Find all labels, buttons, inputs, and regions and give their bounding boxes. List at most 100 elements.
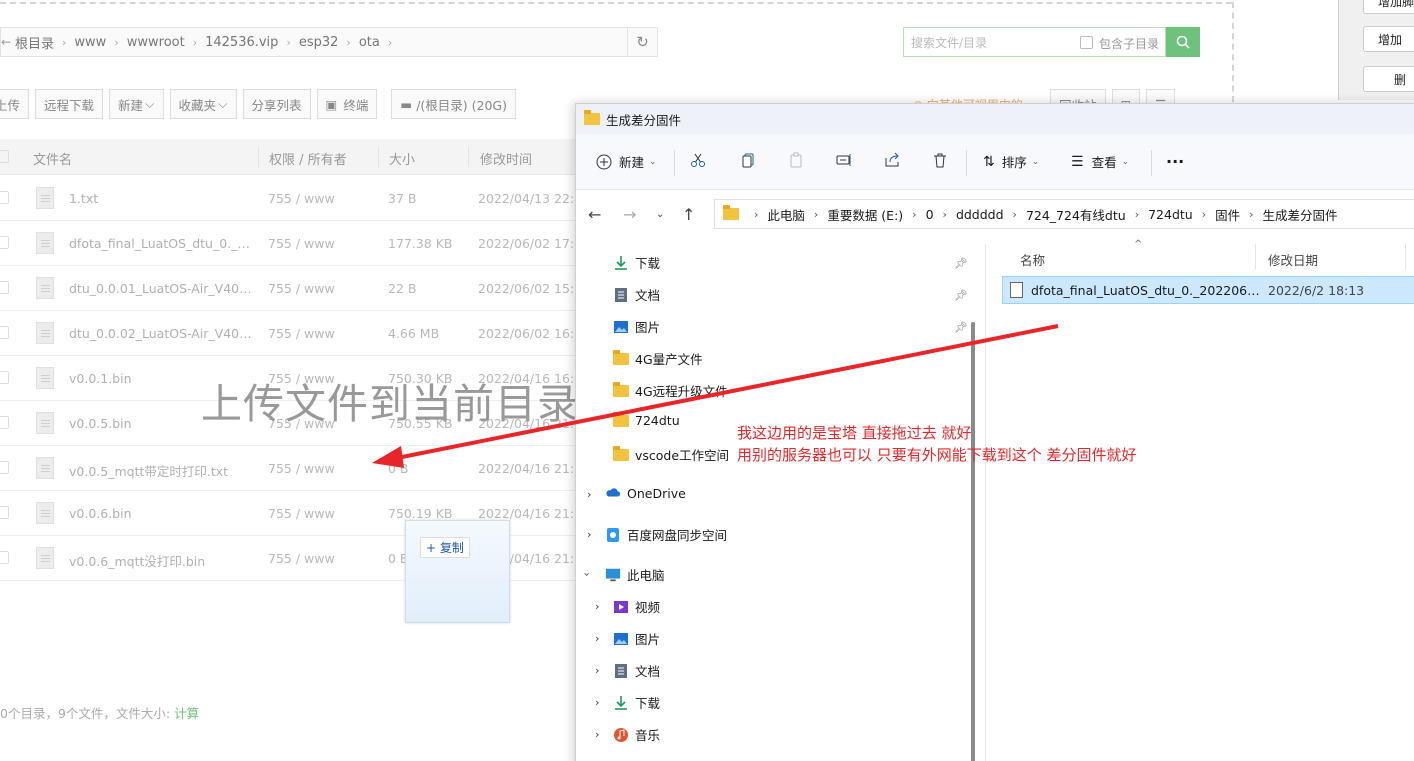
chevron-right-icon[interactable]: › (595, 600, 599, 613)
address-item[interactable]: dddddd (956, 207, 1004, 222)
chevron-right-icon[interactable]: › (595, 632, 599, 645)
view-button[interactable]: ☰ 查看 ⌄ (1071, 152, 1129, 171)
sort-button[interactable]: ⇅ 排序 ⌄ (983, 152, 1039, 171)
breadcrumb-item[interactable]: esp32 (299, 35, 339, 50)
breadcrumb-item[interactable]: ota (359, 35, 380, 50)
nav-item-downloads[interactable]: 下载 (613, 693, 660, 712)
delete-button[interactable] (932, 152, 948, 168)
back-arrow-icon[interactable]: ← (588, 205, 601, 224)
col-size[interactable]: 大小 (389, 149, 415, 168)
table-row[interactable]: dfota_final_LuatOS_dtu_0._20... 755 / www… (0, 221, 620, 266)
row-checkbox[interactable] (0, 191, 9, 204)
chevron-down-icon[interactable]: › (581, 572, 594, 576)
edge-button[interactable]: 增加脚 (1363, 0, 1414, 14)
breadcrumb-item[interactable]: www (74, 35, 106, 50)
back-arrow-icon[interactable]: ← (1, 35, 15, 49)
address-item[interactable]: 0 (926, 207, 934, 222)
row-checkbox[interactable] (0, 371, 9, 384)
calculate-link[interactable]: 计算 (174, 706, 199, 721)
share-list-button[interactable]: 分享列表 (242, 89, 311, 119)
row-checkbox[interactable] (0, 281, 9, 294)
remote-download-button[interactable]: 远程下载 (35, 89, 104, 119)
nav-item-onedrive[interactable]: OneDrive (605, 485, 686, 501)
select-all-checkbox[interactable] (0, 150, 9, 163)
pin-icon[interactable]: 📌︎ (954, 289, 968, 302)
nav-item-documents[interactable]: 文档 (613, 285, 660, 304)
recent-dropdown-icon[interactable]: ⌄ (656, 209, 664, 220)
nav-item-pictures[interactable]: 图片 (613, 629, 660, 648)
file-row-selected[interactable]: dfota_final_LuatOS_dtu_0._202206021... 2… (1002, 276, 1414, 304)
pin-icon[interactable]: 📌︎ (954, 257, 968, 270)
new-button[interactable]: 新建 ⌄ (596, 152, 657, 171)
rename-button[interactable] (836, 152, 854, 168)
nav-item-folder[interactable]: 4G远程升级文件 (613, 381, 728, 400)
chevron-right-icon[interactable]: › (595, 664, 599, 677)
nav-item-documents[interactable]: 文档 (613, 661, 660, 680)
table-row[interactable]: dtu_0.0.01_LuatOS-Air_V4003... 755 / www 2… (0, 266, 620, 311)
address-item[interactable]: 724dtu (1148, 207, 1193, 222)
address-item[interactable]: 此电脑 (767, 205, 805, 224)
row-checkbox[interactable] (0, 236, 9, 249)
address-item[interactable]: 724_724有线dtu (1026, 205, 1126, 224)
row-checkbox[interactable] (0, 551, 9, 564)
file-name[interactable]: 1.txt (69, 191, 254, 206)
table-row[interactable]: v0.0.6.bin 755 / www 750.19 KB 2022/04/16 2… (0, 491, 620, 536)
file-name[interactable]: dtu_0.0.01_LuatOS-Air_V4003... (69, 281, 254, 296)
nav-item-music[interactable]: 音乐 (613, 725, 660, 744)
file-name[interactable]: dtu_0.0.02_LuatOS-Air_V4003... (69, 326, 254, 341)
chevron-right-icon[interactable]: › (595, 728, 599, 741)
breadcrumb-item[interactable]: wwwroot (127, 35, 185, 50)
breadcrumb-item[interactable]: 根目录 (15, 33, 54, 52)
table-row[interactable]: v0.0.6_mqtt没打印.bin 755 / www 0 B 2022/04/16… (0, 536, 620, 581)
col-permission[interactable]: 权限 / 所有者 (269, 149, 347, 168)
forward-arrow-icon[interactable]: → (623, 205, 636, 224)
new-button[interactable]: 新建 ⌵ (109, 89, 164, 119)
file-name[interactable]: dfota_final_LuatOS_dtu_0._20... (69, 236, 254, 251)
col-modified[interactable]: 修改时间 (480, 149, 532, 168)
row-checkbox[interactable] (0, 461, 9, 474)
edge-button[interactable]: 删 (1363, 66, 1414, 92)
file-name[interactable]: v0.0.6.bin (69, 506, 254, 521)
edge-button[interactable]: 增加 (1363, 26, 1414, 52)
col-filename[interactable]: 文件名 (33, 149, 72, 168)
row-checkbox[interactable] (0, 326, 9, 339)
nav-item-folder[interactable]: 4G量产文件 (613, 349, 703, 368)
nav-scrollbar[interactable] (971, 322, 975, 761)
chevron-right-icon[interactable]: › (587, 488, 591, 501)
nav-item-pictures[interactable]: 图片 (613, 317, 660, 336)
address-item[interactable]: 重要数据 (E:) (827, 205, 903, 224)
terminal-button[interactable]: ▣ 终端 (316, 89, 378, 119)
pin-icon[interactable]: 📌︎ (954, 321, 968, 334)
breadcrumb-item[interactable]: 142536.vip (205, 35, 278, 50)
favorites-button[interactable]: 收藏夹 ⌵ (169, 89, 237, 119)
nav-item-videos[interactable]: 视频 (613, 597, 660, 616)
address-item[interactable]: 生成差分固件 (1263, 205, 1338, 224)
cut-button[interactable] (690, 152, 706, 168)
col-modified-date[interactable]: 修改日期 (1268, 250, 1318, 269)
nav-item-baidu[interactable]: 百度网盘同步空间 (605, 525, 727, 544)
table-row[interactable]: 1.txt 755 / www 37 B 2022/04/13 22:49 (0, 176, 620, 221)
paste-button[interactable] (788, 152, 804, 168)
search-button[interactable] (1166, 27, 1200, 57)
table-row[interactable]: v0.0.5_mqtt带定时打印.txt 755 / www 0 B 2022/04/… (0, 446, 620, 491)
nav-item-folder[interactable]: 724dtu (613, 411, 680, 428)
search-input[interactable]: 搜索文件/目录 包含子目录 (903, 27, 1166, 57)
row-checkbox[interactable] (0, 506, 9, 519)
nav-item-this-pc[interactable]: 此电脑 (605, 565, 665, 584)
more-options-button[interactable]: ··· (1166, 152, 1184, 171)
col-name[interactable]: 名称 (1020, 250, 1045, 269)
file-name[interactable]: v0.0.6_mqtt没打印.bin (69, 551, 254, 570)
file-name[interactable]: v0.0.5_mqtt带定时打印.txt (69, 461, 254, 480)
nav-item-downloads[interactable]: 下载 (613, 253, 660, 272)
share-button[interactable] (884, 152, 900, 168)
upload-button[interactable]: 上传 (0, 89, 30, 119)
path-bar[interactable]: ← 根目录 › www › wwwroot › 142536.vip › esp32 › … (0, 27, 658, 57)
address-bar[interactable]: › 此电脑 › 重要数据 (E:) › 0 › dddddd › 724_724有线dt… (714, 199, 1414, 229)
chevron-right-icon[interactable]: › (595, 696, 599, 709)
address-item[interactable]: 固件 (1215, 205, 1240, 224)
title-bar[interactable]: 生成差分固件 (576, 104, 1414, 134)
pane-divider[interactable] (985, 244, 986, 761)
subdir-checkbox[interactable] (1080, 36, 1093, 49)
copy-button[interactable] (740, 152, 756, 168)
refresh-icon[interactable]: ↻ (627, 28, 657, 56)
